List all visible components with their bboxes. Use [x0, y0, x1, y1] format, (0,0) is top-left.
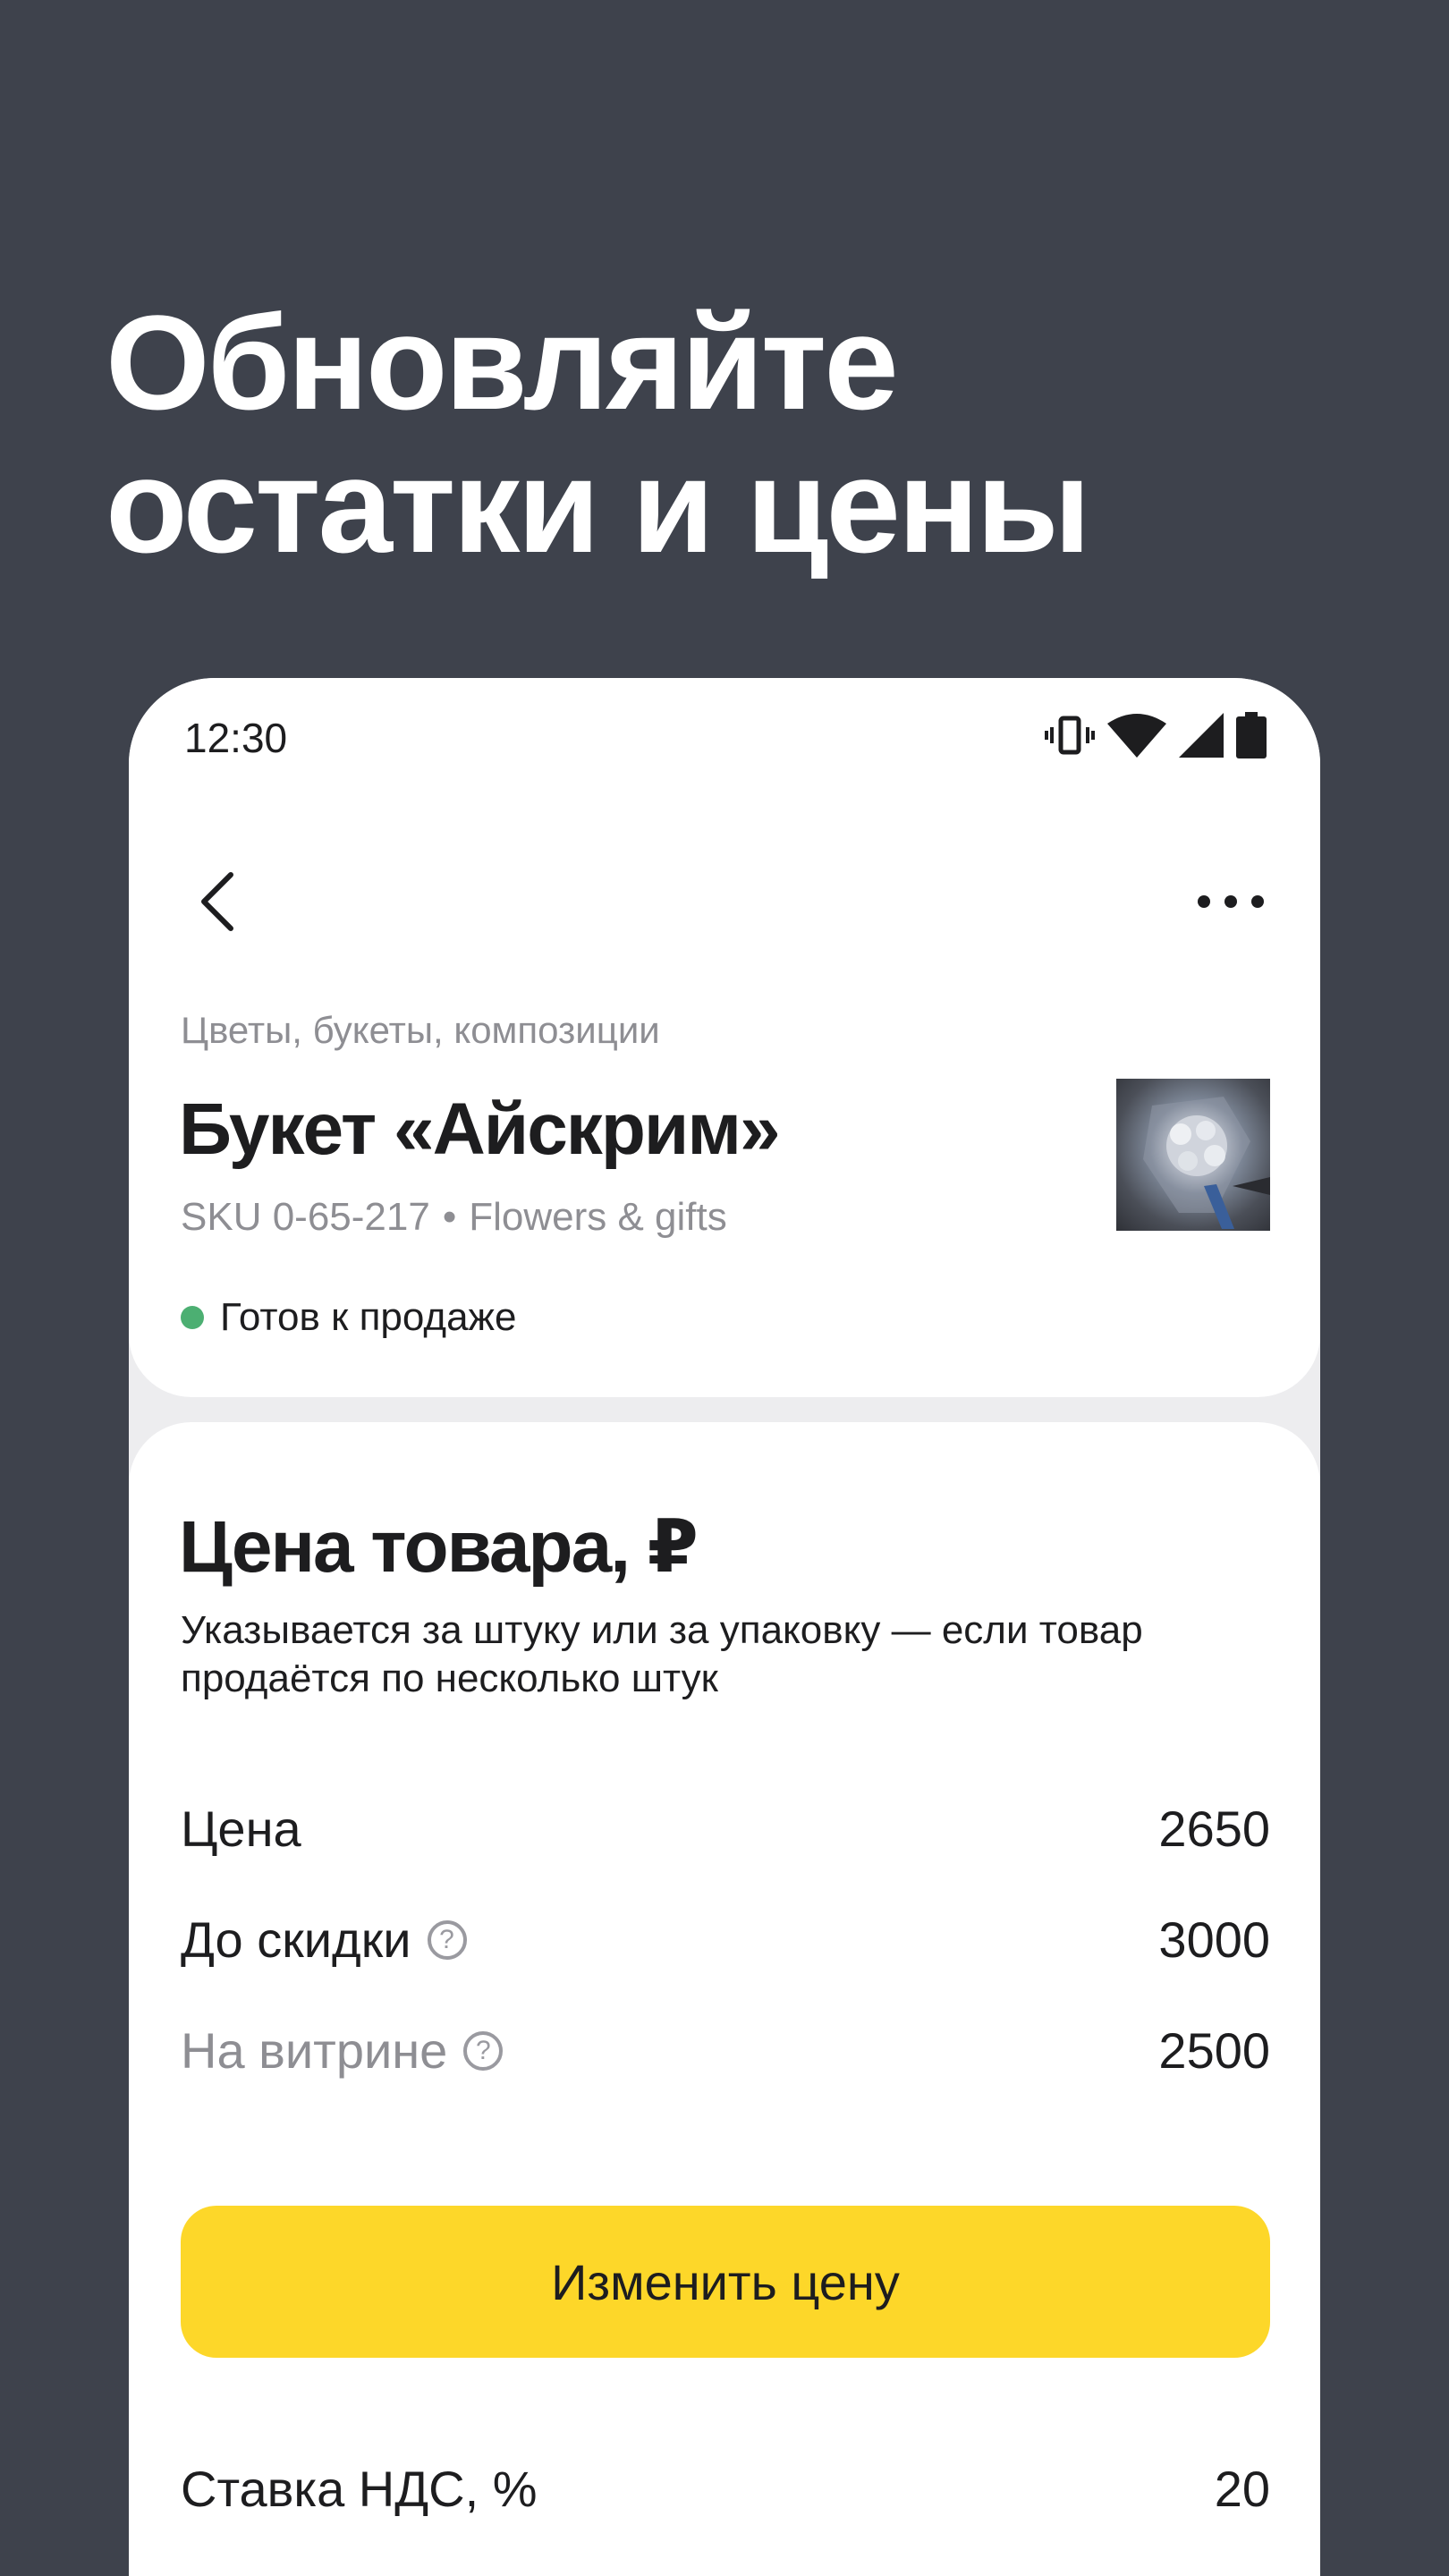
price-section-description: Указывается за штуку или за упаковку — е…	[181, 1608, 1143, 1700]
status-dot-icon	[181, 1306, 204, 1329]
chevron-left-icon	[201, 872, 233, 931]
status-bar-icons	[1045, 708, 1267, 762]
product-status: Готов к продаже	[181, 1295, 516, 1340]
vat-label: Ставка НДС, %	[181, 2461, 538, 2517]
product-shop: Flowers & gifts	[469, 1195, 727, 1239]
help-icon[interactable]: ?	[427, 1919, 467, 1960]
bouquet-image	[1143, 1097, 1270, 1229]
vat-row[interactable]: Ставка НДС, % 20	[181, 2460, 1270, 2518]
product-title: Букет «Айскрим»	[179, 1089, 781, 1170]
product-category: Цветы, букеты, композиции	[181, 1009, 660, 1051]
showcase-price-label: На витрине	[181, 2022, 448, 2079]
promo-headline: Обновляйте остатки и цены	[106, 287, 1091, 580]
before-discount-label: До скидки	[181, 1911, 411, 1968]
more-dots-icon	[1198, 895, 1264, 908]
price-card: Цена товара, ₽ Указывается за штуку или …	[129, 1422, 1320, 2576]
price-label: Цена	[181, 1801, 301, 1857]
vat-value: 20	[1214, 2461, 1270, 2517]
signal-icon	[1179, 713, 1224, 758]
status-bar-time: 12:30	[184, 715, 288, 761]
price-section-title: Цена товара, ₽	[179, 1506, 699, 1588]
product-meta: SKU 0-65-217 • Flowers & gifts	[181, 1195, 727, 1240]
product-thumbnail[interactable]	[1116, 1079, 1270, 1231]
phone-screen: 12:30 Цветы, букеты, композиции Букет «А…	[129, 678, 1320, 2576]
promo-headline-line-1: Обновляйте	[106, 287, 899, 437]
wifi-icon	[1107, 714, 1166, 758]
price-row[interactable]: Цена 2650	[181, 1800, 1270, 1858]
before-discount-label-wrap: До скидки ?	[181, 1911, 467, 1969]
product-status-label: Готов к продаже	[220, 1295, 517, 1339]
showcase-price-value: 2500	[1158, 2022, 1270, 2079]
battery-icon	[1236, 712, 1267, 758]
product-header-card: 12:30 Цветы, букеты, композиции Букет «А…	[129, 678, 1320, 1397]
showcase-label-wrap: На витрине ?	[181, 2021, 504, 2080]
vibrate-icon	[1045, 716, 1095, 755]
product-sku: SKU 0-65-217	[181, 1195, 430, 1239]
before-discount-value: 3000	[1158, 1911, 1270, 1968]
more-options-button[interactable]	[1195, 884, 1267, 919]
before-discount-row[interactable]: До скидки ? 3000	[181, 1911, 1270, 1969]
meta-separator: •	[442, 1195, 457, 1239]
promo-headline-line-2: остатки и цены	[106, 430, 1091, 580]
price-value: 2650	[1158, 1801, 1270, 1857]
change-price-button[interactable]: Изменить цену	[181, 2206, 1270, 2358]
back-button[interactable]	[191, 866, 245, 937]
help-icon[interactable]: ?	[463, 2030, 504, 2071]
showcase-price-row[interactable]: На витрине ? 2500	[181, 2021, 1270, 2080]
